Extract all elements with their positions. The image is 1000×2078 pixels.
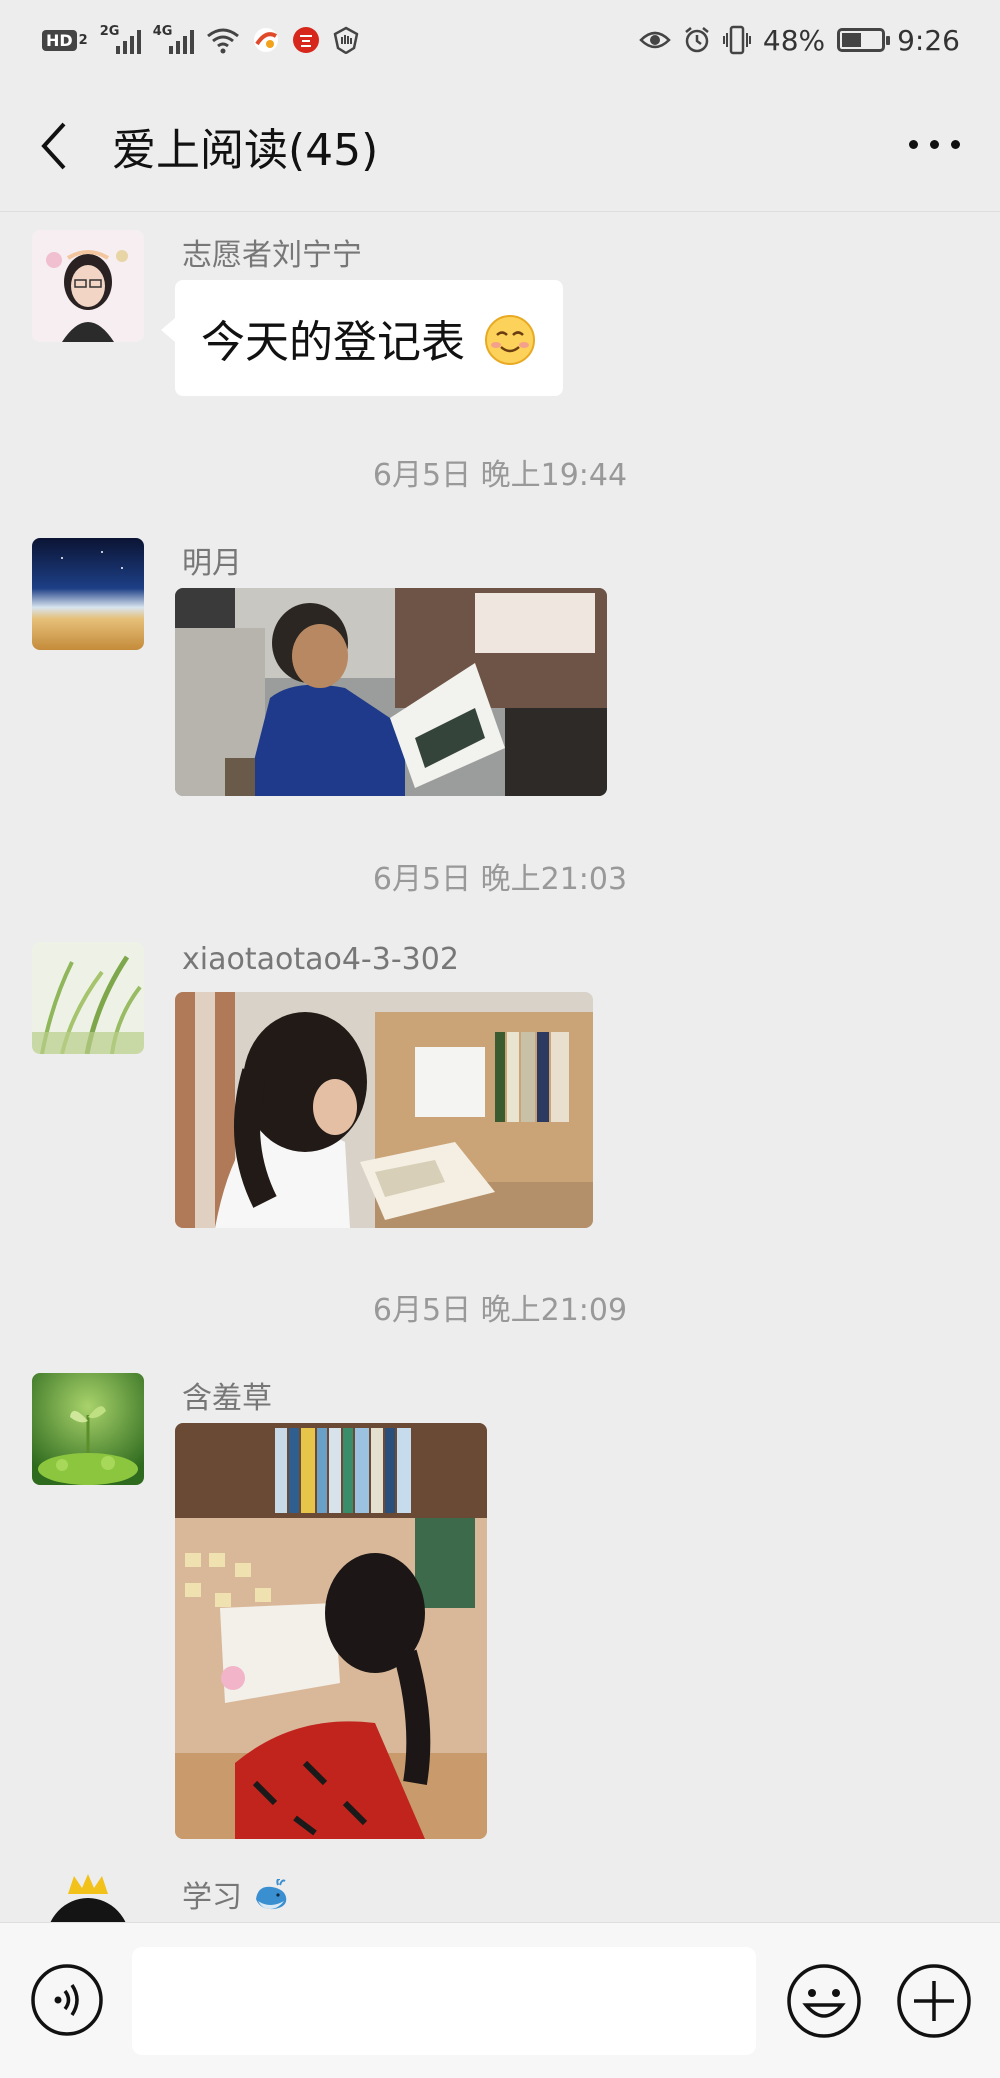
app-notification-icon-2	[292, 27, 319, 53]
signal-icon: 2G	[99, 24, 141, 54]
wifi-icon	[206, 28, 239, 54]
sender-name-text: 学习	[182, 1880, 242, 1915]
message-photo[interactable]	[175, 1423, 487, 1839]
message-photo[interactable]	[175, 992, 593, 1228]
boy-reading-photo	[175, 588, 607, 796]
sender-name: 明月	[182, 546, 242, 581]
dot	[930, 140, 939, 149]
alarm-icon	[685, 27, 709, 53]
message-photo[interactable]	[175, 588, 607, 796]
battery-icon	[837, 28, 891, 52]
timestamp: 6月5日 晚上19:44	[372, 458, 628, 493]
message-text: 今天的登记表	[201, 317, 465, 368]
clock: 9:26	[897, 23, 960, 57]
battery-fill	[842, 33, 862, 47]
eye-icon	[639, 31, 671, 49]
plus-icon[interactable]	[896, 1963, 972, 2039]
sender-name: xiaotaotao4-3-302	[182, 942, 459, 977]
girl-reading-at-bookshelf-photo	[175, 992, 593, 1228]
smiling-face-emoji	[485, 315, 535, 365]
chat-message-list[interactable]: 志愿者刘宁宁 今天的登记表 6月5日 晚上19:44 明月 6月5日 晚上21:…	[0, 212, 1000, 1922]
status-left: HD 2 2G 4G	[42, 24, 360, 54]
dot	[909, 140, 918, 149]
signal-label-2: 4G	[152, 24, 173, 39]
avatar[interactable]	[32, 942, 144, 1054]
signal-icon-2: 4G	[152, 24, 194, 54]
emoji-icon[interactable]	[786, 1963, 862, 2039]
sender-name: 含羞草	[182, 1381, 272, 1416]
message-bubble[interactable]: 今天的登记表	[161, 280, 563, 396]
hd-icon: HD 2	[42, 29, 88, 51]
more-dots-icon[interactable]	[909, 140, 960, 149]
chat-header: 爱上阅读(45)	[0, 80, 1000, 212]
chat-title: 爱上阅读(45)	[112, 125, 379, 176]
avatar-image	[32, 538, 144, 650]
sender-name: 志愿者刘宁宁	[182, 238, 362, 273]
sender-name: 学习	[182, 1872, 290, 1916]
signal-label: 2G	[99, 24, 120, 39]
status-bar: HD 2 2G 4G 48% 9:26	[0, 0, 1000, 80]
voice-icon[interactable]	[30, 1963, 104, 2037]
app-notification-icon	[253, 28, 278, 52]
shield-icon	[333, 26, 359, 54]
dot	[951, 140, 960, 149]
timestamp: 6月5日 晚上21:09	[372, 1293, 628, 1328]
avatar[interactable]	[32, 1872, 144, 1922]
avatar[interactable]	[32, 1373, 144, 1485]
avatar-image	[32, 230, 144, 342]
vibrate-icon	[722, 25, 751, 55]
avatar-image	[32, 1872, 144, 1922]
avatar[interactable]	[32, 538, 144, 650]
avatar-image	[32, 942, 144, 1054]
battery-percent: 48%	[762, 23, 826, 57]
chevron-left-icon[interactable]	[36, 116, 76, 176]
avatar[interactable]	[32, 230, 144, 342]
status-right: 48% 9:26	[639, 24, 960, 57]
avatar-image	[32, 1373, 144, 1485]
timestamp: 6月5日 晚上21:03	[372, 862, 628, 897]
girl-reading-at-desk-photo	[175, 1423, 487, 1839]
message-input-bar	[0, 1922, 1000, 2078]
message-input[interactable]	[132, 1947, 756, 2055]
whale-emoji	[255, 1878, 286, 1910]
